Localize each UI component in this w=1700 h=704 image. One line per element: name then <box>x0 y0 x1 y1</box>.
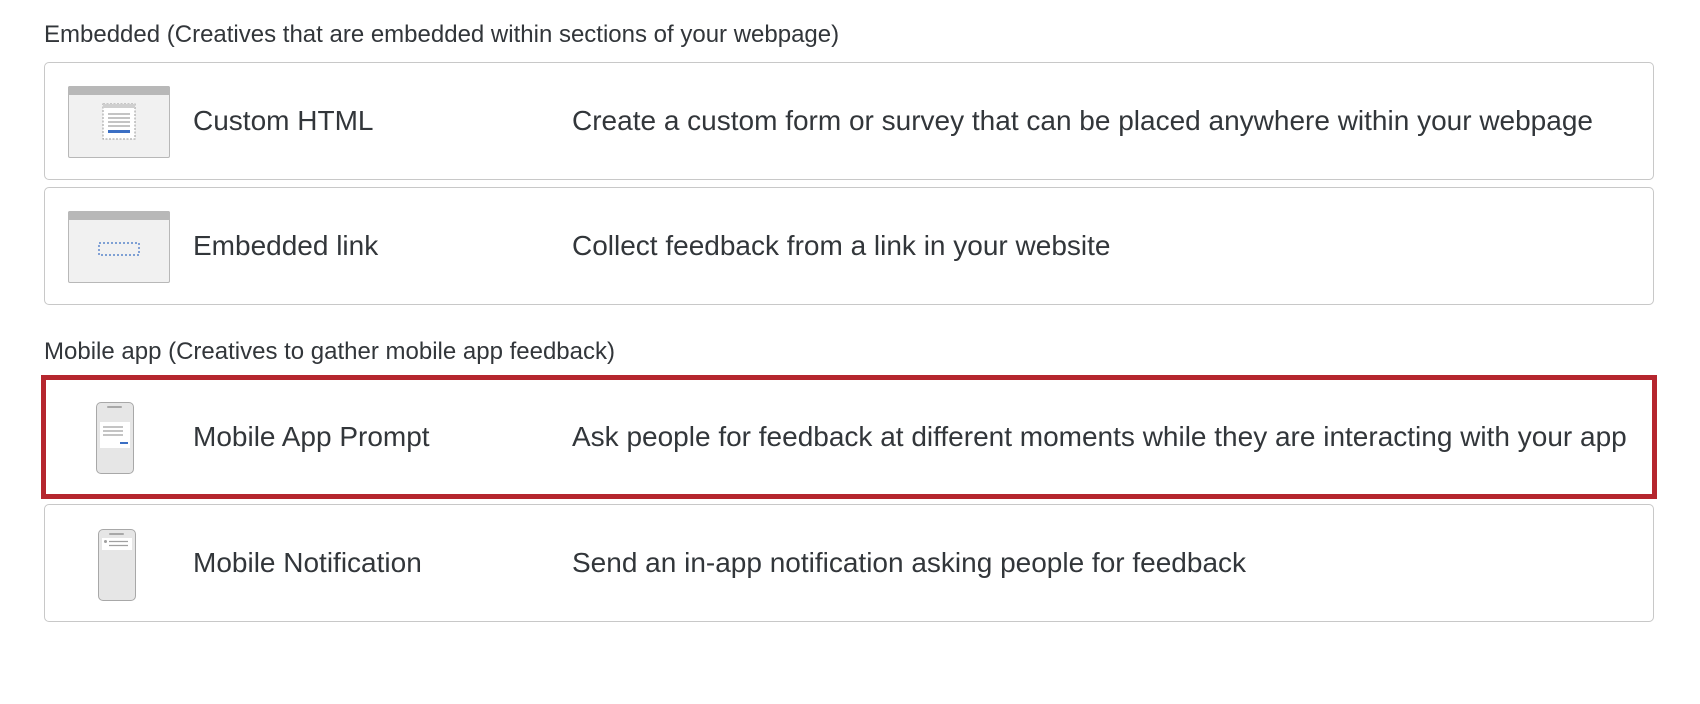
mobile-app-prompt-icon <box>96 402 134 474</box>
creative-card-embedded-link[interactable]: Embedded link Collect feedback from a li… <box>44 187 1654 305</box>
card-description: Collect feedback from a link in your web… <box>572 230 1111 261</box>
embedded-link-icon <box>67 210 170 283</box>
card-title: Embedded link <box>193 230 379 261</box>
card-description: Send an in-app notification asking peopl… <box>572 547 1247 578</box>
card-description: Ask people for feedback at different mom… <box>572 421 1627 452</box>
card-title: Custom HTML <box>193 105 374 136</box>
card-title: Mobile App Prompt <box>193 421 430 452</box>
creative-card-custom-html[interactable]: Custom HTML Create a custom form or surv… <box>44 62 1654 180</box>
mobile-notification-icon <box>98 529 136 601</box>
card-description: Create a custom form or survey that can … <box>572 105 1593 136</box>
card-title: Mobile Notification <box>193 547 422 578</box>
creative-card-mobile-notification[interactable]: Mobile Notification Send an in-app notif… <box>44 504 1654 622</box>
section-heading-embedded: Embedded (Creatives that are embedded wi… <box>44 21 840 48</box>
custom-html-icon <box>67 85 170 158</box>
creative-card-mobile-app-prompt[interactable]: Mobile App Prompt Ask people for feedbac… <box>41 375 1657 499</box>
section-heading-mobile-app: Mobile app (Creatives to gather mobile a… <box>44 338 615 365</box>
